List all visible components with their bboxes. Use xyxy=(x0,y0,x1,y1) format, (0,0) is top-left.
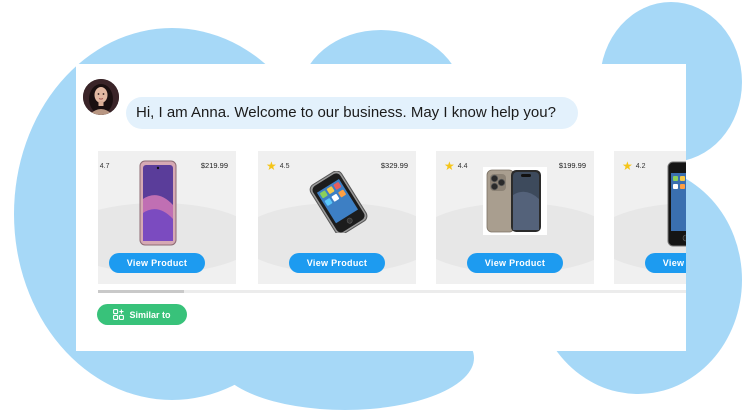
rating: ★ 4.4 xyxy=(444,159,468,173)
star-icon: ★ xyxy=(444,159,455,173)
carousel-scrollbar[interactable] xyxy=(98,290,686,293)
android-phone-icon xyxy=(139,160,177,246)
rating-value: 4.2 xyxy=(635,162,646,170)
star-icon: ★ xyxy=(622,159,633,173)
product-card: ★ 4.2 View Product xyxy=(614,151,686,284)
rating-value: 4.4 xyxy=(457,162,468,170)
chat-message-bubble: Hi, I am Anna. Welcome to our business. … xyxy=(126,97,578,129)
star-icon: ★ xyxy=(266,159,277,173)
iphone-original-icon xyxy=(309,171,368,233)
price: $329.99 xyxy=(380,161,408,170)
product-card: ★ 4.5 $329.99 View Product xyxy=(258,151,416,284)
scrollbar-thumb[interactable] xyxy=(98,290,184,293)
similar-to-label: Similar to xyxy=(129,309,171,320)
rating: ★ 4.7 xyxy=(98,161,110,171)
rating: ★ 4.5 xyxy=(266,159,290,173)
product-carousel[interactable]: ★ 4.7 $219.99 View Product ★ 4.5 $329.99 xyxy=(98,151,686,284)
agent-avatar-icon xyxy=(83,79,119,115)
iphone-4-icon xyxy=(667,161,686,247)
rating: ★ 4.2 xyxy=(622,159,646,173)
similar-grid-icon xyxy=(113,309,125,320)
price: $219.99 xyxy=(200,161,228,170)
avatar xyxy=(83,79,119,115)
rating-value: 4.5 xyxy=(279,162,290,170)
price: $199.99 xyxy=(558,161,586,170)
product-card: ★ 4.7 $219.99 View Product xyxy=(98,151,236,284)
chat-panel: Hi, I am Anna. Welcome to our business. … xyxy=(76,64,686,351)
product-card: ★ 4.4 $199.99 View Product xyxy=(436,151,594,284)
rating-value: 4.7 xyxy=(99,162,110,170)
view-product-button[interactable]: View Product xyxy=(467,253,563,273)
view-product-button[interactable]: View Product xyxy=(645,253,686,273)
chat-message-text: Hi, I am Anna. Welcome to our business. … xyxy=(136,104,556,121)
view-product-button[interactable]: View Product xyxy=(109,253,205,273)
iphone-titanium-icon xyxy=(483,167,547,235)
view-product-button[interactable]: View Product xyxy=(289,253,385,273)
similar-to-button[interactable]: Similar to xyxy=(97,304,187,325)
